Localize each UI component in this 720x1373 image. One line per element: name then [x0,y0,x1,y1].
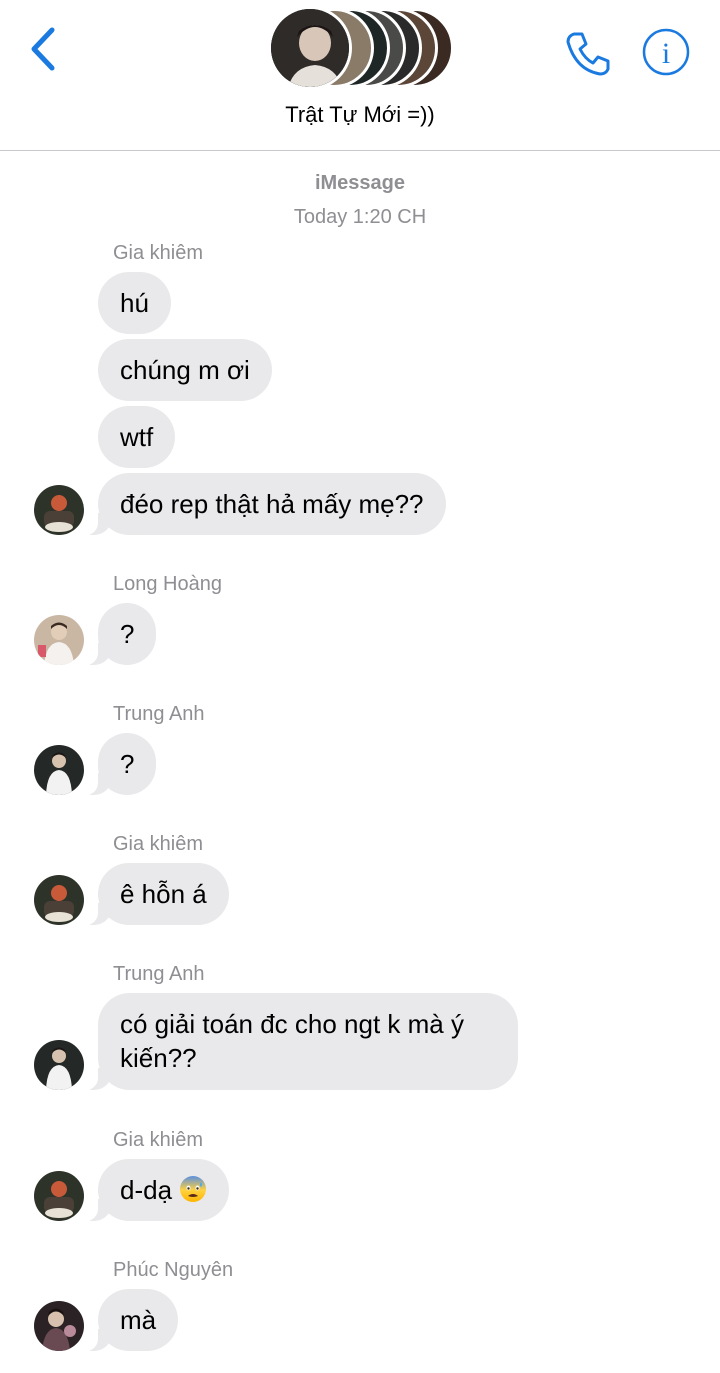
back-button[interactable] [26,24,66,74]
anxious-face-emoji-icon [180,1176,207,1202]
message-bubble[interactable]: mà [81,1289,179,1351]
avatar[interactable] [34,1040,84,1090]
chevron-left-icon [31,27,55,71]
info-icon: i [642,28,690,76]
avatar[interactable] [34,485,84,535]
message-bubble[interactable]: hú [98,272,171,334]
message-bubble[interactable]: ê hỗn á [82,863,229,925]
sender-name: Gia khiêm [113,1129,204,1151]
avatar[interactable] [34,1301,84,1351]
sender-name: Trung Anh [113,963,205,985]
message-bubble[interactable]: đéo rep thật hả mấy mẹ?? [82,473,446,535]
avatar[interactable] [34,615,84,665]
avatar[interactable] [34,1171,84,1221]
group-name[interactable]: Trật Tự Mới =)) [0,102,720,128]
sender-name: Phúc Nguyên [113,1259,234,1281]
service-label: iMessage [314,172,406,194]
group-avatar-stack[interactable] [262,4,458,92]
svg-text:i: i [662,37,670,70]
phone-icon [566,32,610,76]
message-bubble[interactable]: d-dạ [81,1159,230,1221]
sender-name: Trung Anh [113,703,205,725]
conversation-header: i Trật Tự Mới =)) [0,0,720,151]
message-text: d-dạ [120,1175,173,1205]
info-button[interactable]: i [640,26,692,78]
sender-name: Gia khiêm [113,833,204,855]
sender-name: Gia khiêm [113,242,204,264]
message-bubble[interactable]: ? [81,603,157,665]
group-main-avatar [268,6,352,90]
thread-timestamp: Today 1:20 CH [293,206,427,228]
message-bubble[interactable]: wtf [98,406,176,468]
message-bubble[interactable]: có giải toán đc cho ngt k mà ý kiến?? [82,993,518,1090]
avatar[interactable] [34,875,84,925]
message-bubble[interactable]: chúng m ơi [98,339,272,401]
sender-name: Long Hoàng [113,573,222,595]
avatar[interactable] [34,745,84,795]
message-bubble[interactable]: ? [81,733,157,795]
call-button[interactable] [560,26,616,82]
